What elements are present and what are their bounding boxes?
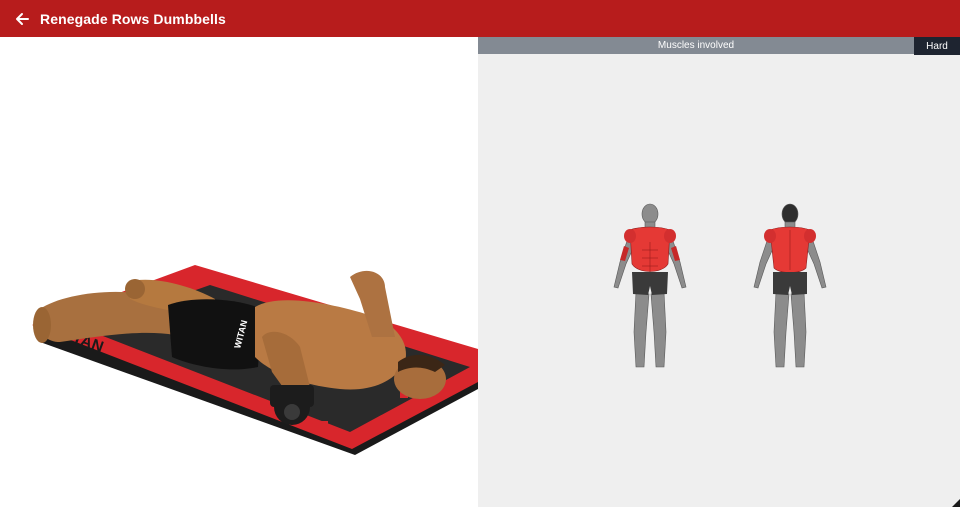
page-title: Renegade Rows Dumbbells [40, 10, 226, 27]
difficulty-badge: Hard [914, 37, 960, 55]
corner-indicator [952, 499, 960, 507]
arrow-left-icon [16, 12, 29, 25]
app-bar: Renegade Rows Dumbbells [0, 0, 960, 37]
muscles-involved-header: Muscles involved [478, 37, 914, 54]
front-body-figure [613, 203, 687, 368]
exercise-image: TITAN WITAN [32, 265, 478, 455]
exercise-illustration: TITAN WITAN [0, 37, 478, 507]
back-button[interactable] [4, 0, 40, 37]
back-body-figure [753, 203, 827, 368]
muscles-panel: Muscles involved Hard [478, 37, 960, 507]
